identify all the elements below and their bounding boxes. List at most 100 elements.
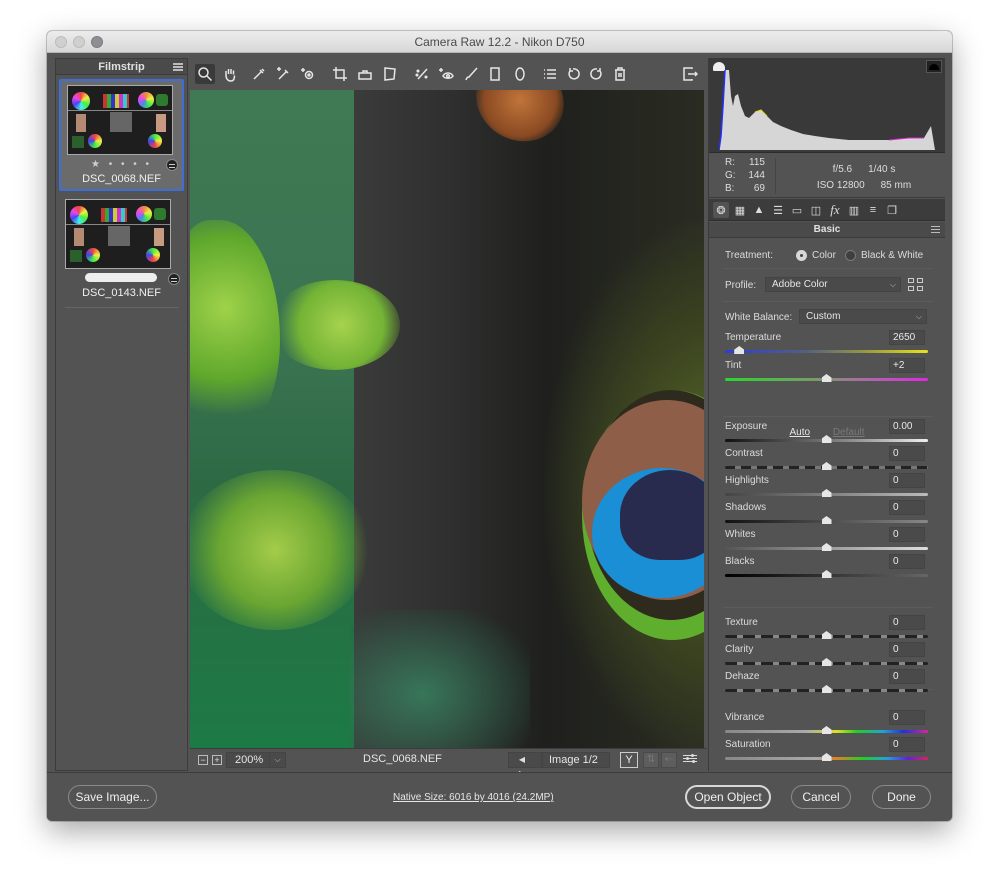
contrast-value-field[interactable]: 0	[889, 446, 925, 461]
filmstrip-item[interactable]: ★ • • • • DSC_0068.NEF	[59, 79, 184, 191]
chevron-down-icon: ⌵	[889, 280, 896, 289]
swap-before-after-icon[interactable]: ⇅	[643, 752, 659, 768]
copy-settings-icon[interactable]: ⇠	[661, 752, 677, 768]
level-icon	[358, 70, 372, 80]
blacks-value-field[interactable]: 0	[889, 554, 925, 569]
white-balance-select[interactable]: Custom ⌵	[799, 309, 927, 324]
current-filename: DSC_0068.NEF	[363, 753, 442, 765]
tab-lens-corrections-icon[interactable]: ◫	[808, 202, 824, 218]
rotate-ccw-button[interactable]	[564, 64, 584, 84]
temperature-value-field[interactable]: 2650	[889, 330, 925, 345]
treatment-color-label[interactable]: Color	[812, 250, 836, 261]
whites-slider-thumb[interactable]	[821, 543, 832, 551]
white-balance-tool-button[interactable]	[249, 64, 269, 84]
dehaze-label: Dehaze	[725, 671, 760, 682]
highlights-slider-row: Highlights 0	[709, 473, 945, 500]
exposure-value-field[interactable]: 0.00	[889, 419, 925, 434]
temperature-slider-track[interactable]	[725, 350, 928, 353]
saturation-slider-row: Saturation 0	[709, 737, 945, 764]
contrast-slider-thumb[interactable]	[821, 462, 832, 470]
targeted-adjustment-tool-button[interactable]	[298, 64, 318, 84]
dehaze-slider-thumb[interactable]	[821, 685, 832, 693]
texture-value-field[interactable]: 0	[889, 615, 925, 630]
aperture: f/5.6	[832, 164, 853, 175]
tab-presets-icon[interactable]: ≡	[865, 202, 881, 218]
crop-tool-button[interactable]	[330, 64, 350, 84]
sliders-settings-icon[interactable]	[683, 753, 697, 766]
filmstrip-header: Filmstrip	[56, 59, 187, 75]
spot-removal-tool-button[interactable]	[412, 64, 432, 84]
treatment-bw-radio[interactable]	[845, 250, 856, 261]
filmstrip-menu-icon[interactable]	[173, 63, 183, 71]
transform-tool-button[interactable]	[380, 64, 400, 84]
red-eye-removal-tool-button[interactable]	[436, 64, 456, 84]
dehaze-value-field[interactable]: 0	[889, 669, 925, 684]
open-object-button[interactable]: Open Object	[685, 785, 771, 809]
whites-value-field[interactable]: 0	[889, 527, 925, 542]
radial-filter-tool-button[interactable]	[510, 64, 530, 84]
filmstrip-item[interactable]: DSC_0143.NEF	[59, 195, 184, 308]
tab-split-toning-icon[interactable]: ▭	[789, 202, 805, 218]
preview-status-bar: − + 200% ⌵ DSC_0068.NEF ◀ ▶ Image 1/2 Y …	[190, 748, 707, 778]
cancel-button[interactable]: Cancel	[791, 785, 851, 809]
color-sampler-tool-button[interactable]	[273, 64, 293, 84]
graduated-filter-tool-button[interactable]	[485, 64, 505, 84]
shadows-value-field[interactable]: 0	[889, 500, 925, 515]
toggle-fullscreen-button[interactable]	[680, 64, 700, 84]
temperature-slider-thumb[interactable]	[734, 346, 745, 354]
preferences-button[interactable]	[540, 64, 560, 84]
adjustment-brush-tool-button[interactable]	[461, 64, 481, 84]
exposure-slider-thumb[interactable]	[821, 435, 832, 443]
rotate-cw-button[interactable]	[586, 64, 606, 84]
highlights-value-field[interactable]: 0	[889, 473, 925, 488]
done-button[interactable]: Done	[872, 785, 931, 809]
image-nav-arrows[interactable]: ◀ ▶	[508, 752, 542, 778]
zoom-out-button[interactable]: −	[198, 755, 208, 765]
image-preview[interactable]	[190, 90, 704, 748]
tab-detail-icon[interactable]: ▲	[751, 202, 767, 218]
straighten-tool-button[interactable]	[355, 64, 375, 84]
before-after-toggle-button[interactable]: Y	[620, 752, 638, 768]
panel-menu-icon[interactable]	[931, 226, 940, 233]
clarity-slider-thumb[interactable]	[821, 658, 832, 666]
tint-value-field[interactable]: +2	[889, 358, 925, 373]
blacks-slider-thumb[interactable]	[821, 570, 832, 578]
tab-calibration-icon[interactable]: ▥	[846, 202, 862, 218]
tab-snapshots-icon[interactable]: ❐	[884, 202, 900, 218]
exif-readout: f/5.6 1/40 s ISO 12800 85 mm	[789, 162, 939, 194]
vibrance-slider-thumb[interactable]	[821, 726, 832, 734]
transform-icon	[384, 67, 396, 81]
tint-slider-row: Tint +2	[709, 358, 945, 385]
tab-basic-icon[interactable]: ❂	[713, 202, 729, 218]
saturation-value-field[interactable]: 0	[889, 737, 925, 752]
window-title: Camera Raw 12.2 - Nikon D750	[414, 35, 585, 49]
whites-slider-row: Whites 0	[709, 527, 945, 554]
star-rating[interactable]: ★ • • • •	[61, 159, 182, 170]
vibrance-value-field[interactable]: 0	[889, 710, 925, 725]
clarity-value-field[interactable]: 0	[889, 642, 925, 657]
profile-browser-icon[interactable]	[908, 278, 924, 292]
treatment-color-radio[interactable]	[796, 250, 807, 261]
red-value: 115	[749, 157, 765, 168]
delete-button[interactable]	[610, 64, 630, 84]
thumbnail-filename: DSC_0068.NEF	[82, 173, 161, 185]
texture-slider-thumb[interactable]	[821, 631, 832, 639]
zoom-in-button[interactable]: +	[212, 755, 222, 765]
tab-tone-curve-icon[interactable]: ▦	[732, 202, 748, 218]
treatment-bw-label[interactable]: Black & White	[861, 250, 923, 261]
highlights-slider-thumb[interactable]	[821, 489, 832, 497]
saturation-slider-thumb[interactable]	[821, 753, 832, 761]
shadows-slider-thumb[interactable]	[821, 516, 832, 524]
tab-effects-icon[interactable]: fx	[827, 202, 843, 218]
contrast-label: Contrast	[725, 448, 763, 459]
tint-slider-thumb[interactable]	[821, 374, 832, 382]
zoom-tool-button[interactable]	[195, 64, 215, 84]
hand-tool-button[interactable]	[220, 64, 240, 84]
profile-select[interactable]: Adobe Color ⌵	[765, 277, 901, 292]
zoom-level-select[interactable]: 200% ⌵	[226, 752, 286, 768]
save-image-button[interactable]: Save Image...	[68, 785, 157, 809]
tab-hsl-icon[interactable]: ☰	[770, 202, 786, 218]
green-value: 144	[748, 170, 765, 181]
native-size-link[interactable]: Native Size: 6016 by 4016 (24.2MP)	[393, 792, 554, 803]
rating-field[interactable]	[85, 273, 157, 282]
